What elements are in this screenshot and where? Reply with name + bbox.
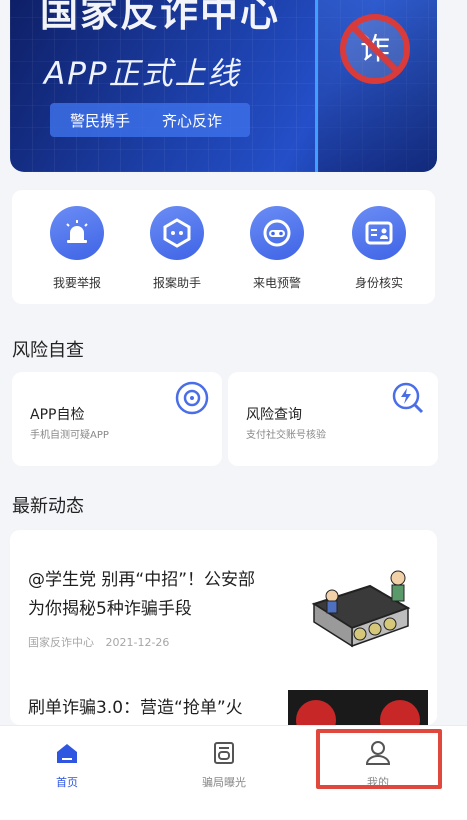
news-source: 国家反诈中心 <box>28 636 94 649</box>
risk-card-risk-query[interactable]: 风险查询 支付社交账号核验 <box>228 372 438 466</box>
nav-scam-exposure[interactable]: 骗局曝光 <box>174 736 274 790</box>
no-fraud-sign-icon: 诈 <box>338 12 412 86</box>
news-list: @学生党 别再“中招”！公安部 为你揭秘5种诈骗手段 国家反诈中心 2021-1… <box>10 530 437 725</box>
action-label: 报案助手 <box>152 276 201 290</box>
banner-slogan-box: 警民携手 齐心反诈 <box>50 103 250 137</box>
news-title-line: 为你揭秘5种诈骗手段 <box>28 599 192 619</box>
alarm-icon <box>50 206 104 260</box>
nav-label: 骗局曝光 <box>202 776 246 789</box>
action-identity-verify[interactable]: 身份核实 <box>334 206 424 291</box>
highlight-annotation <box>316 729 442 789</box>
call-warning-icon <box>250 206 304 260</box>
banner-slogan-2: 齐心反诈 <box>162 112 223 130</box>
action-label: 我要举报 <box>52 276 101 290</box>
risk-card-subtitle: 支付社交账号核验 <box>246 430 326 441</box>
banner-title: 国家反诈中心 <box>40 0 281 35</box>
news-date: 2021-12-26 <box>105 636 170 649</box>
banner-slogan-1: 警民携手 <box>70 112 131 130</box>
hexagon-robot-icon <box>150 206 204 260</box>
risk-card-title: APP自检 <box>30 407 85 423</box>
banner-subtitle: APP正式上线 <box>44 56 241 92</box>
id-card-icon <box>352 206 406 260</box>
action-label: 来电预警 <box>252 276 301 290</box>
risk-card-subtitle: 手机自测可疑APP <box>30 430 109 441</box>
nav-label: 首页 <box>56 776 78 789</box>
risk-card-title: 风险查询 <box>246 407 302 423</box>
action-call-warning[interactable]: 来电预警 <box>232 206 322 291</box>
nav-home[interactable]: 首页 <box>17 736 117 790</box>
news-thumbnail <box>300 564 420 654</box>
home-icon <box>17 736 117 770</box>
news-thumbnail <box>288 690 428 725</box>
news-title: @学生党 别再“中招”！公安部 为你揭秘5种诈骗手段 <box>28 566 306 624</box>
promo-banner[interactable]: 国家反诈中心 APP正式上线 警民携手 齐心反诈 诈 <box>10 0 437 172</box>
news-icon <box>174 736 274 770</box>
action-label: 身份核实 <box>354 276 403 290</box>
action-report[interactable]: 我要举报 <box>32 206 122 291</box>
action-case-assistant[interactable]: 报案助手 <box>132 206 222 291</box>
search-bolt-icon <box>388 378 428 418</box>
section-title-news: 最新动态 <box>12 496 84 517</box>
news-title: 刷单诈骗3.0：营造“抢单”火 <box>28 698 243 718</box>
news-meta: 国家反诈中心 2021-12-26 <box>28 634 177 650</box>
news-title-line: @学生党 别再“中招”！公安部 <box>28 570 256 590</box>
scan-icon <box>172 378 212 418</box>
quick-actions-card: 我要举报 报案助手 来电预警 身份核实 <box>12 190 435 304</box>
app-screen: 国家反诈中心 APP正式上线 警民携手 齐心反诈 诈 <box>0 0 467 820</box>
risk-card-app-check[interactable]: APP自检 手机自测可疑APP <box>12 372 222 466</box>
section-title-risk: 风险自查 <box>12 340 84 361</box>
